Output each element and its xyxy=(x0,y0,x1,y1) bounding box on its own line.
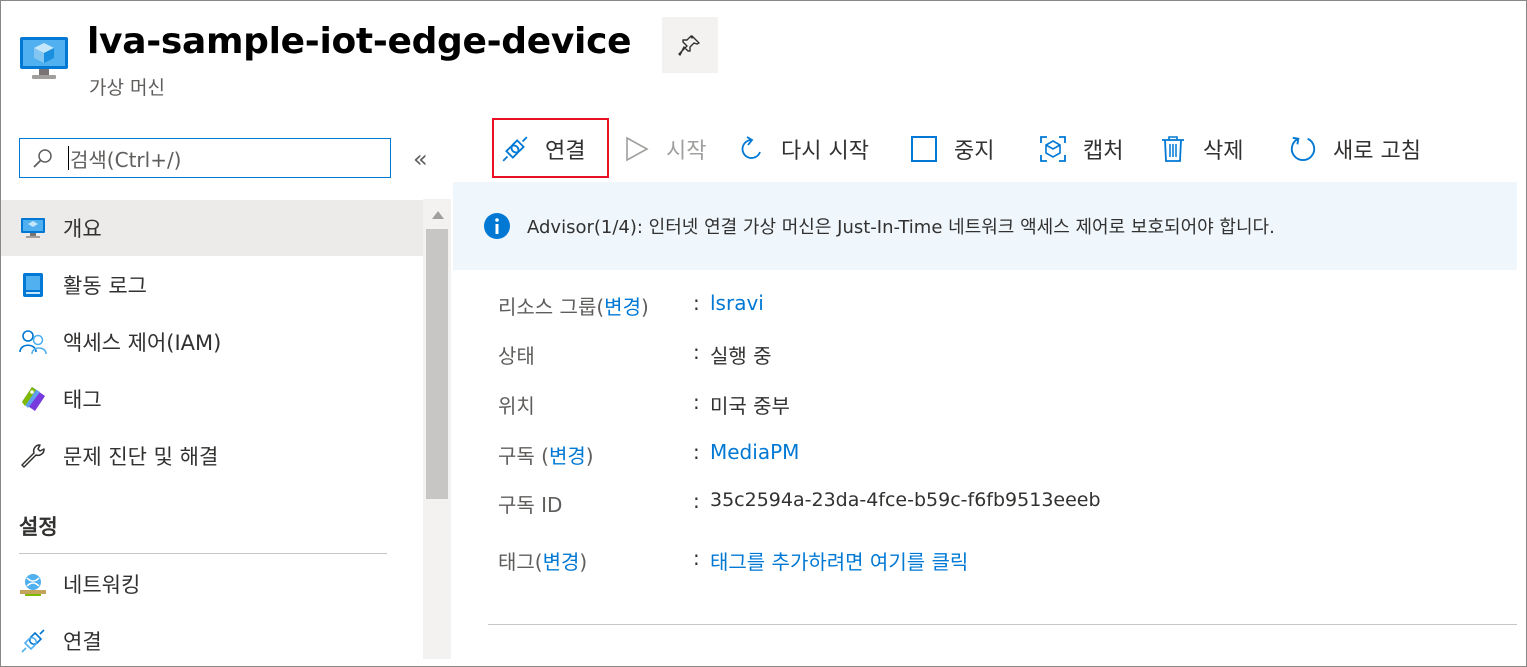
subscription-id-value: 35c2594a-23da-4fce-b59c-f6fb9513eeeb xyxy=(710,489,1101,511)
stop-label: 중지 xyxy=(954,139,995,164)
refresh-button[interactable]: 새로 고침 xyxy=(1289,127,1421,171)
scroll-up-arrow-icon[interactable] xyxy=(432,211,444,219)
delete-button[interactable]: 삭제 xyxy=(1159,127,1243,171)
sidebar-item-connect[interactable]: 연결 xyxy=(1,613,423,666)
sidebar-item-iam[interactable]: 액세스 제어(IAM) xyxy=(1,314,423,370)
tag-icon xyxy=(19,385,47,413)
delete-label: 삭제 xyxy=(1203,139,1244,164)
page-subtitle: 가상 머신 xyxy=(89,77,165,99)
tags-change-link[interactable]: 변경 xyxy=(543,550,580,574)
sidebar-item-activity-log[interactable]: 활동 로그 xyxy=(1,257,423,313)
connect-icon xyxy=(19,627,47,655)
add-tags-link[interactable]: 태그를 추가하려면 여기를 클릭 xyxy=(710,546,968,575)
sidebar-item-tags[interactable]: 태그 xyxy=(1,371,423,427)
restart-button[interactable]: 다시 시작 xyxy=(737,127,869,171)
start-label: 시작 xyxy=(666,139,707,164)
collapse-sidebar-button[interactable]: « xyxy=(413,147,428,171)
capture-button[interactable]: 캡처 xyxy=(1039,127,1123,171)
play-icon xyxy=(622,135,650,163)
subscription-label: 구독 (변경) xyxy=(498,444,594,468)
sidebar-item-label: 연결 xyxy=(63,630,102,654)
capture-label: 캡처 xyxy=(1083,139,1124,164)
info-icon xyxy=(484,213,510,239)
pin-button[interactable] xyxy=(662,17,718,73)
scrollbar-thumb[interactable] xyxy=(426,229,448,499)
trash-icon xyxy=(1159,135,1187,163)
sidebar-item-label: 네트워킹 xyxy=(63,573,141,597)
colon: : xyxy=(693,546,700,570)
pin-icon xyxy=(678,35,700,56)
colon: : xyxy=(693,440,700,464)
colon: : xyxy=(693,291,700,315)
sidebar-item-label: 활동 로그 xyxy=(63,274,147,298)
sidebar-item-networking[interactable]: 네트워킹 xyxy=(1,556,423,612)
sidebar-item-overview[interactable]: 개요 xyxy=(1,200,423,256)
resource-group-value-link[interactable]: lsravi xyxy=(710,291,764,315)
search-placeholder: 검색(Ctrl+/) xyxy=(70,147,182,172)
resource-group-change-link[interactable]: 변경 xyxy=(604,295,641,319)
stop-button[interactable]: 중지 xyxy=(910,127,994,171)
connect-icon xyxy=(501,135,529,163)
wrench-icon xyxy=(19,442,47,470)
location-value: 미국 중부 xyxy=(710,394,790,418)
tags-label: 태그(변경) xyxy=(498,550,588,574)
people-icon xyxy=(19,328,47,356)
section-divider xyxy=(19,553,387,554)
capture-icon xyxy=(1039,135,1067,163)
colon: : xyxy=(693,390,700,414)
search-icon xyxy=(33,149,52,168)
sidebar-item-label: 문제 진단 및 해결 xyxy=(63,445,219,469)
refresh-icon xyxy=(1289,135,1317,163)
connect-button[interactable]: 연결 xyxy=(501,127,585,171)
advisor-banner[interactable]: Advisor(1/4): 인터넷 연결 가상 머신은 Just-In-Time… xyxy=(453,182,1517,270)
networking-icon xyxy=(19,570,47,598)
colon: : xyxy=(693,489,700,513)
vm-icon xyxy=(20,37,68,79)
status-value: 실행 중 xyxy=(710,344,772,368)
activity-log-icon xyxy=(19,271,47,299)
vm-overview-icon xyxy=(19,214,47,242)
page-title: lva-sample-iot-edge-device xyxy=(87,21,632,62)
status-label: 상태 xyxy=(498,344,535,368)
start-button[interactable]: 시작 xyxy=(622,127,706,171)
essentials-divider xyxy=(488,624,1517,625)
sidebar-item-diagnose[interactable]: 문제 진단 및 해결 xyxy=(1,428,423,484)
advisor-text: Advisor(1/4): 인터넷 연결 가상 머신은 Just-In-Time… xyxy=(527,217,1275,238)
resource-group-label: 리소스 그룹(변경) xyxy=(498,295,649,319)
sidebar-item-label: 개요 xyxy=(63,217,102,241)
text-cursor xyxy=(68,146,69,170)
subscription-change-link[interactable]: 변경 xyxy=(549,444,586,468)
location-label: 위치 xyxy=(498,394,535,418)
settings-section-title: 설정 xyxy=(19,515,58,539)
stop-icon xyxy=(910,135,938,163)
sidebar-item-label: 액세스 제어(IAM) xyxy=(63,331,222,355)
restart-label: 다시 시작 xyxy=(781,139,869,164)
portal-frame: lva-sample-iot-edge-device 가상 머신 검색(Ctrl… xyxy=(0,0,1527,667)
restart-icon xyxy=(737,135,765,163)
refresh-label: 새로 고침 xyxy=(1333,139,1421,164)
subscription-value-link[interactable]: MediaPM xyxy=(710,440,799,464)
sidebar-scrollbar[interactable] xyxy=(423,199,451,659)
colon: : xyxy=(693,340,700,364)
sidebar-item-label: 태그 xyxy=(63,388,102,412)
subscription-id-label: 구독 ID xyxy=(498,493,563,517)
connect-label: 연결 xyxy=(545,139,586,164)
search-input[interactable]: 검색(Ctrl+/) xyxy=(19,138,391,178)
